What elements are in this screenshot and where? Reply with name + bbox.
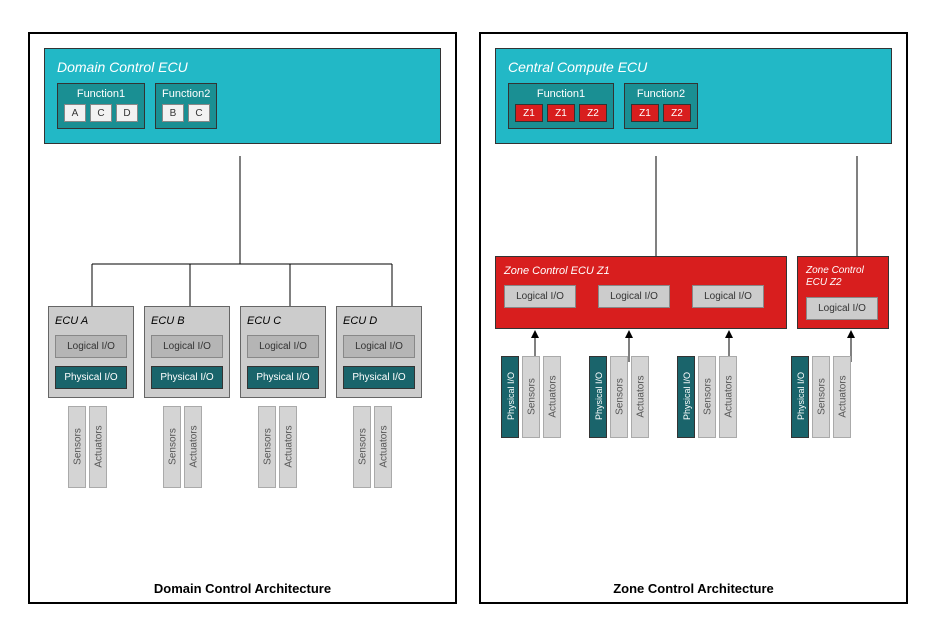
func-item: Z2 <box>579 104 607 122</box>
physical-io: Physical I/O <box>151 366 223 389</box>
logical-io: Logical I/O <box>55 335 127 358</box>
domain-panel: Domain Control ECU Function1 A C D Funct… <box>28 32 457 604</box>
sa-group: Sensors Actuators <box>163 406 202 488</box>
sensors-bar: Sensors <box>610 356 628 438</box>
io-group: Physical I/O Sensors Actuators <box>677 356 737 438</box>
func-item: Z1 <box>547 104 575 122</box>
function2-z: Function2 Z1 Z2 <box>624 83 698 129</box>
func-item: Z1 <box>631 104 659 122</box>
sensors-bar: Sensors <box>698 356 716 438</box>
logical-io: Logical I/O <box>598 285 670 308</box>
domain-control-ecu: Domain Control ECU Function1 A C D Funct… <box>44 48 441 144</box>
ecu-b: ECU B Logical I/O Physical I/O <box>144 306 230 398</box>
physical-io: Physical I/O <box>501 356 519 438</box>
logical-io: Logical I/O <box>692 285 764 308</box>
func-item: B <box>162 104 184 122</box>
caption: Zone Control Architecture <box>481 581 906 596</box>
actuators-bar: Actuators <box>184 406 202 488</box>
actuators-bar: Actuators <box>374 406 392 488</box>
physical-io: Physical I/O <box>55 366 127 389</box>
actuators-bar: Actuators <box>279 406 297 488</box>
actuators-bar: Actuators <box>833 356 851 438</box>
sa-group: Sensors Actuators <box>258 406 297 488</box>
central-ecu-title: Central Compute ECU <box>508 59 879 75</box>
physical-io: Physical I/O <box>589 356 607 438</box>
sa-group: Sensors Actuators <box>68 406 107 488</box>
ecu-d: ECU D Logical I/O Physical I/O <box>336 306 422 398</box>
func-item: Z1 <box>515 104 543 122</box>
logical-io: Logical I/O <box>247 335 319 358</box>
zone-z2: Zone Control ECU Z2 Logical I/O <box>797 256 889 329</box>
logical-io: Logical I/O <box>151 335 223 358</box>
sensors-bar: Sensors <box>163 406 181 488</box>
sensors-bar: Sensors <box>258 406 276 488</box>
logical-io: Logical I/O <box>806 297 878 320</box>
ecu-c: ECU C Logical I/O Physical I/O <box>240 306 326 398</box>
ecu-a: ECU A Logical I/O Physical I/O <box>48 306 134 398</box>
actuators-bar: Actuators <box>719 356 737 438</box>
logical-io: Logical I/O <box>504 285 576 308</box>
sa-group: Sensors Actuators <box>353 406 392 488</box>
actuators-bar: Actuators <box>631 356 649 438</box>
func-item: C <box>90 104 112 122</box>
physical-io: Physical I/O <box>247 366 319 389</box>
zone-z1: Zone Control ECU Z1 Logical I/O Logical … <box>495 256 787 329</box>
func-item: A <box>64 104 86 122</box>
central-compute-ecu: Central Compute ECU Function1 Z1 Z1 Z2 F… <box>495 48 892 144</box>
io-group: Physical I/O Sensors Actuators <box>791 356 851 438</box>
sensors-bar: Sensors <box>353 406 371 488</box>
io-group: Physical I/O Sensors Actuators <box>501 356 561 438</box>
func-item: Z2 <box>663 104 691 122</box>
sensors-bar: Sensors <box>522 356 540 438</box>
caption: Domain Control Architecture <box>30 581 455 596</box>
function2: Function2 B C <box>155 83 217 129</box>
actuators-bar: Actuators <box>89 406 107 488</box>
physical-io: Physical I/O <box>343 366 415 389</box>
sensors-bar: Sensors <box>68 406 86 488</box>
physical-io: Physical I/O <box>791 356 809 438</box>
domain-ecu-title: Domain Control ECU <box>57 59 428 75</box>
zone-panel: Central Compute ECU Function1 Z1 Z1 Z2 F… <box>479 32 908 604</box>
function1: Function1 A C D <box>57 83 145 129</box>
function1-z: Function1 Z1 Z1 Z2 <box>508 83 614 129</box>
func-item: C <box>188 104 210 122</box>
func-item: D <box>116 104 138 122</box>
actuators-bar: Actuators <box>543 356 561 438</box>
physical-io: Physical I/O <box>677 356 695 438</box>
logical-io: Logical I/O <box>343 335 415 358</box>
sensors-bar: Sensors <box>812 356 830 438</box>
io-group: Physical I/O Sensors Actuators <box>589 356 649 438</box>
